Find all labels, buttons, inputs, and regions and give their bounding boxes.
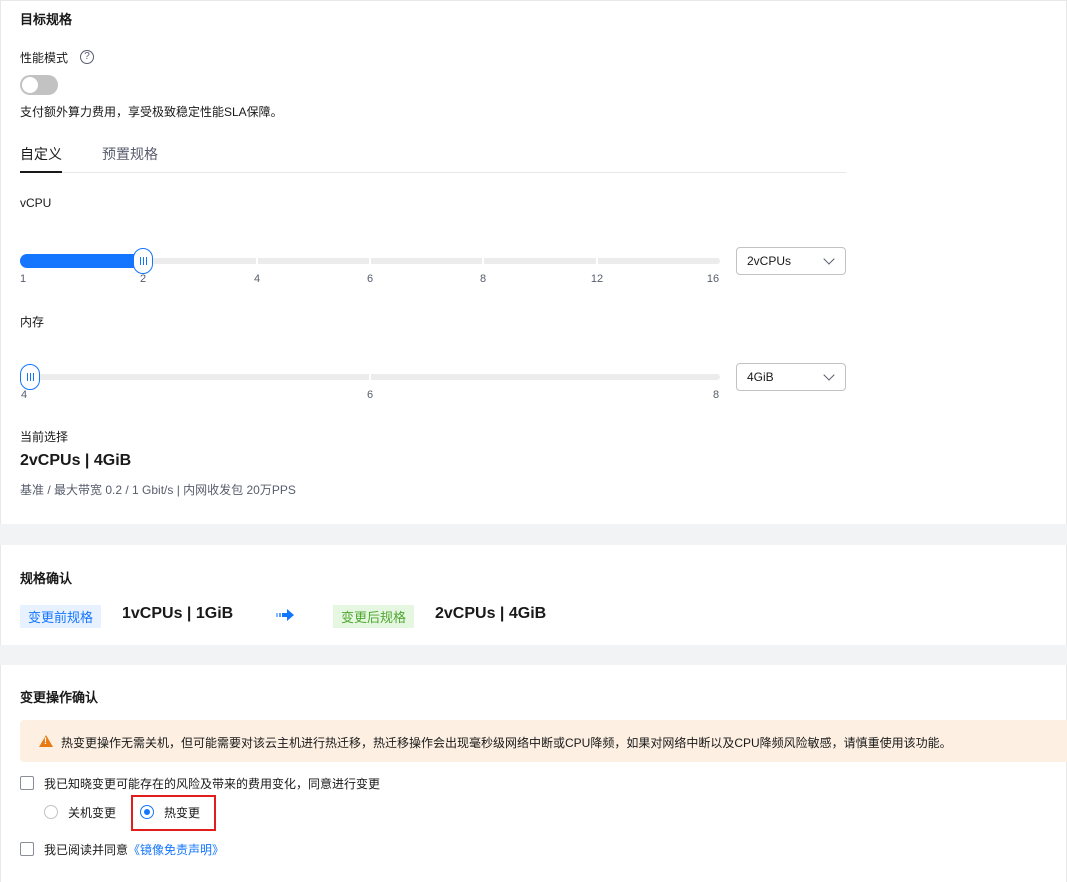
tab-preset-spec[interactable]: 预置规格	[102, 144, 158, 164]
warning-text: 热变更操作无需关机，但可能需要对该云主机进行热迁移，热迁移操作会出现毫秒级网络中…	[61, 736, 952, 750]
help-icon[interactable]: ?	[80, 50, 94, 64]
toggle-knob	[22, 77, 38, 93]
vcpu-tick: 6	[366, 273, 374, 285]
vcpu-tick: 2	[139, 273, 147, 285]
vcpu-slider-thumb[interactable]	[133, 248, 153, 274]
performance-mode-desc: 支付额外算力费用，享受极致稳定性能SLA保障。	[20, 105, 283, 119]
before-spec-tag: 变更前规格	[20, 605, 102, 628]
vcpu-slider-fill	[20, 254, 148, 268]
memory-label: 内存	[20, 315, 45, 329]
risk-ack-checkbox[interactable]	[20, 776, 34, 790]
before-spec-value: 1vCPUs | 1GiB	[122, 605, 234, 622]
disclaimer-checkbox[interactable]	[20, 842, 34, 856]
memory-tick: 6	[366, 389, 374, 401]
vcpu-tick: 16	[706, 273, 720, 285]
warning-icon	[39, 735, 53, 747]
radio-shutdown-change[interactable]	[44, 805, 58, 819]
warning-banner: 热变更操作无需关机，但可能需要对该云主机进行热迁移，热迁移操作会出现毫秒级网络中…	[20, 720, 1067, 762]
risk-ack-label: 我已知晓变更可能存在的风险及带来的费用变化，同意进行变更	[44, 777, 381, 791]
vcpu-track-gap	[256, 258, 258, 264]
vcpu-track-gap	[596, 258, 598, 264]
current-selection-detail: 基准 / 最大带宽 0.2 / 1 Gbit/s | 内网收发包 20万PPS	[20, 483, 296, 497]
disclaimer-prefix: 我已阅读并同意	[44, 843, 129, 857]
vcpu-select-value: 2vCPUs	[747, 254, 792, 268]
tab-custom[interactable]: 自定义	[20, 144, 62, 164]
vcpu-tick: 12	[590, 273, 604, 285]
disclaimer-label: 我已阅读并同意《镜像免责声明》	[44, 841, 224, 858]
vcpu-track-gap	[369, 258, 371, 264]
chevron-down-icon	[823, 253, 835, 265]
image-disclaimer-link[interactable]: 《镜像免责声明》	[128, 843, 224, 857]
performance-mode-label: 性能模式	[20, 51, 69, 65]
memory-slider-thumb[interactable]	[20, 364, 40, 390]
performance-mode-toggle[interactable]	[20, 75, 58, 95]
change-confirm-title: 变更操作确认	[20, 690, 99, 705]
current-selection-value: 2vCPUs | 4GiB	[20, 452, 132, 469]
hot-change-highlight-box	[131, 795, 216, 831]
memory-tick: 4	[20, 389, 28, 401]
vcpu-tick: 1	[19, 273, 27, 285]
chevron-down-icon	[823, 369, 835, 381]
tabs-divider	[20, 172, 846, 173]
spec-confirm-card	[0, 545, 1067, 645]
memory-track-gap	[369, 374, 371, 380]
vcpu-label: vCPU	[20, 196, 52, 210]
memory-tick: 8	[712, 389, 720, 401]
vcpu-select[interactable]: 2vCPUs	[736, 247, 846, 275]
tab-active-underline	[20, 171, 62, 173]
spec-confirm-title: 规格确认	[20, 571, 73, 586]
memory-select[interactable]: 4GiB	[736, 363, 846, 391]
vcpu-tick: 8	[479, 273, 487, 285]
target-spec-title: 目标规格	[20, 12, 73, 27]
vcpu-tick: 4	[253, 273, 261, 285]
arrow-right-icon	[276, 609, 294, 621]
after-spec-value: 2vCPUs | 4GiB	[435, 605, 547, 622]
vcpu-track-gap	[482, 258, 484, 264]
current-selection-label: 当前选择	[20, 430, 69, 444]
memory-select-value: 4GiB	[747, 370, 774, 384]
radio-shutdown-change-label: 关机变更	[68, 806, 117, 820]
after-spec-tag: 变更后规格	[333, 605, 415, 628]
